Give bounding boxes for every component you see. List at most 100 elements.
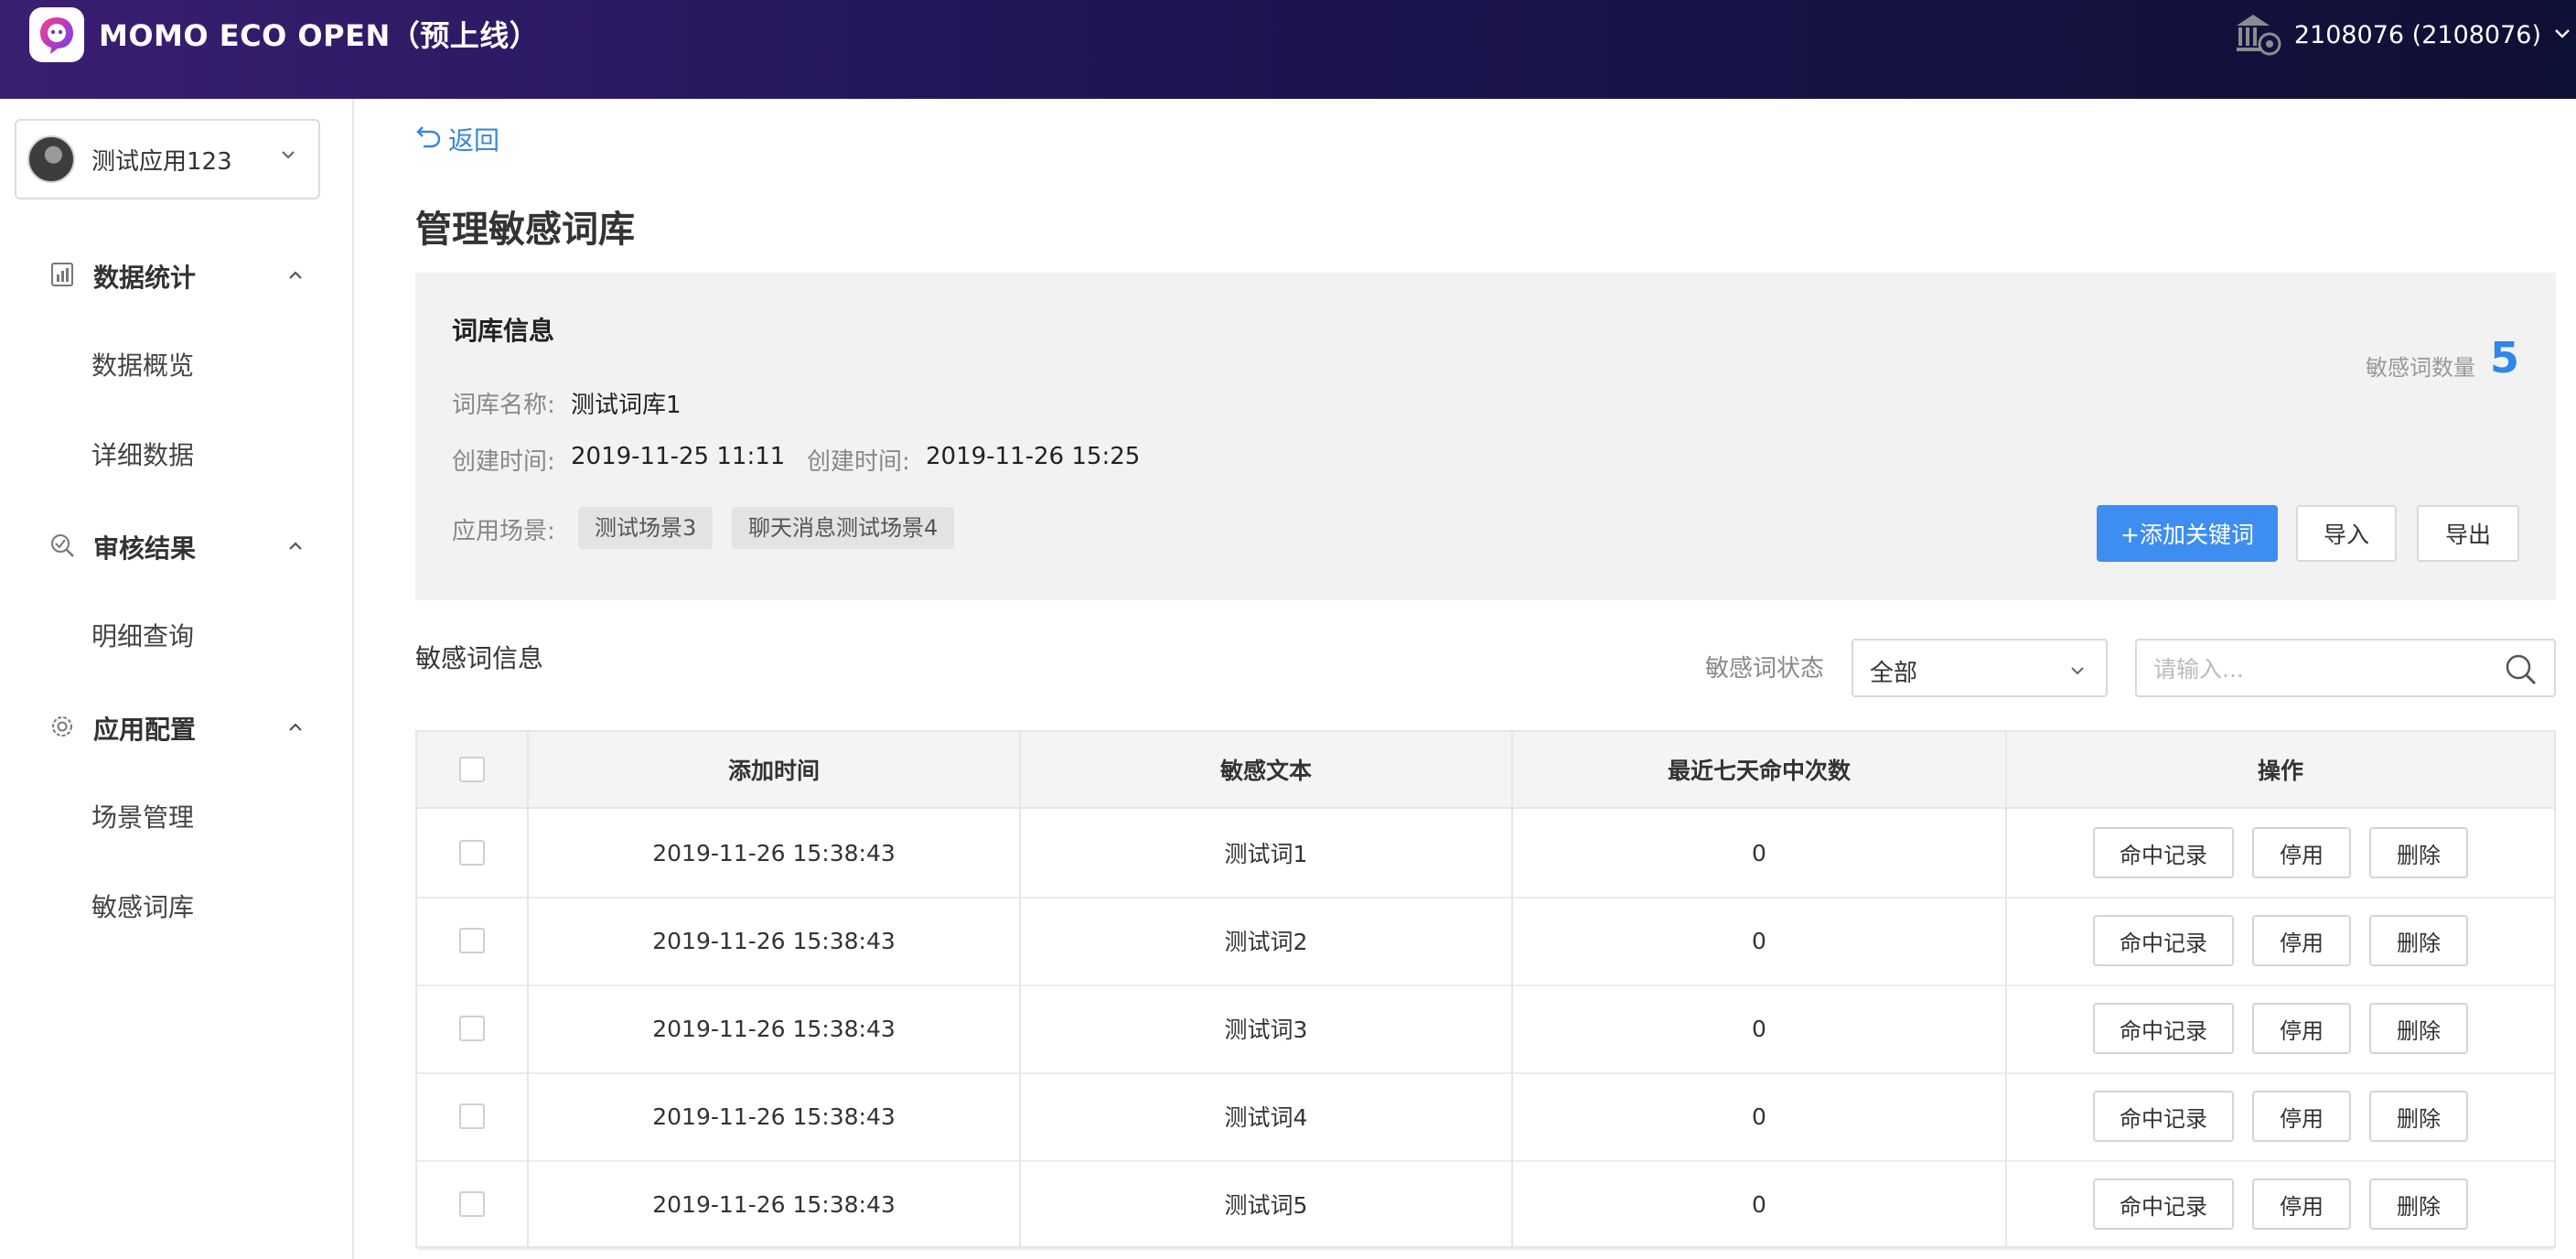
cell-add-time: 2019-11-26 15:38:43	[529, 1072, 1021, 1160]
search-icon[interactable]	[2503, 651, 2539, 692]
status-select-value: 全部	[1870, 660, 1918, 687]
cell-hit-count: 0	[1513, 1160, 2007, 1248]
bank-icon	[2230, 8, 2283, 61]
row-checkbox[interactable]	[459, 928, 485, 953]
account-menu[interactable]: 2108076 (2108076)	[2230, 9, 2572, 60]
cell-actions: 命中记录 停用 删除	[2007, 809, 2554, 897]
sidebar-item-detail-data[interactable]: 详细数据	[91, 436, 194, 472]
row-checkbox-cell	[417, 985, 529, 1072]
disable-button[interactable]: 停用	[2252, 915, 2351, 966]
created-label: 创建时间:	[452, 448, 555, 476]
hit-record-button[interactable]: 命中记录	[2093, 1003, 2234, 1054]
sidebar-item-scene-management[interactable]: 场景管理	[91, 798, 194, 834]
scene-tag: 聊天消息测试场景4	[732, 507, 955, 549]
search-input[interactable]	[2152, 650, 2485, 688]
hit-record-button[interactable]: 命中记录	[2093, 1178, 2234, 1230]
disable-button[interactable]: 停用	[2252, 827, 2351, 878]
delete-button[interactable]: 删除	[2369, 1091, 2468, 1142]
created-value: 2019-11-25 11:11	[571, 443, 786, 470]
disable-button[interactable]: 停用	[2252, 1178, 2351, 1230]
disable-button[interactable]: 停用	[2252, 1091, 2351, 1142]
delete-button[interactable]: 删除	[2369, 915, 2468, 966]
cell-sensitive-text: 测试词2	[1021, 897, 1513, 985]
hit-record-button[interactable]: 命中记录	[2093, 915, 2234, 966]
delete-button[interactable]: 删除	[2369, 827, 2468, 878]
column-header: 敏感文本	[1021, 732, 1513, 807]
cell-add-time: 2019-11-26 15:38:43	[529, 809, 1021, 897]
undo-icon	[415, 123, 443, 156]
word-count-label: 敏感词数量	[2366, 355, 2475, 381]
app-selector[interactable]: 测试应用123	[15, 119, 320, 199]
cell-sensitive-text: 测试词1	[1021, 809, 1513, 897]
sidebar: 测试应用123 数据统计 数据概览 详细数据 审核结果 明细查询 应用配置 场景…	[0, 99, 354, 1259]
sensitive-words-table: 添加时间 敏感文本 最近七天命中次数 操作 2019-11-26 15:38:4…	[415, 730, 2556, 1250]
cell-actions: 命中记录 停用 删除	[2007, 897, 2554, 985]
add-keyword-button[interactable]: +添加关键词	[2097, 505, 2278, 562]
status-filter-label: 敏感词状态	[1705, 655, 1825, 683]
chevron-down-icon	[2067, 661, 2088, 684]
chevron-down-icon	[278, 145, 298, 168]
chevron-up-icon	[285, 265, 306, 289]
updated-value: 2019-11-26 15:25	[926, 443, 1141, 470]
cell-add-time: 2019-11-26 15:38:43	[529, 985, 1021, 1072]
app-title: MOMO ECO OPEN（预上线）	[99, 18, 540, 53]
back-link[interactable]: 返回	[415, 121, 499, 157]
select-all-checkbox[interactable]	[459, 757, 485, 782]
cell-sensitive-text: 测试词5	[1021, 1160, 1513, 1248]
hit-record-button[interactable]: 命中记录	[2093, 827, 2234, 878]
name-value: 测试词库1	[571, 392, 682, 419]
delete-button[interactable]: 删除	[2369, 1003, 2468, 1054]
import-button[interactable]: 导入	[2296, 505, 2397, 562]
table-row: 2019-11-26 15:38:43 测试词3 0 命中记录 停用 删除	[417, 985, 2554, 1074]
cell-sensitive-text: 测试词4	[1021, 1072, 1513, 1160]
menu-group-label: 审核结果	[93, 533, 197, 564]
top-bar: MOMO ECO OPEN（预上线） 2108076 (2108076)	[0, 0, 2576, 99]
table-row: 2019-11-26 15:38:43 测试词2 0 命中记录 停用 删除	[417, 897, 2554, 986]
table-row: 2019-11-26 15:38:43 测试词5 0 命中记录 停用 删除	[417, 1160, 2554, 1250]
menu-group-data-stats[interactable]: 数据统计	[0, 247, 352, 302]
menu-group-review-results[interactable]: 审核结果	[0, 518, 352, 573]
avatar	[27, 135, 75, 183]
cell-hit-count: 0	[1513, 809, 2007, 897]
table-row: 2019-11-26 15:38:43 测试词4 0 命中记录 停用 删除	[417, 1072, 2554, 1162]
header-checkbox-cell	[417, 732, 529, 807]
export-button[interactable]: 导出	[2417, 505, 2519, 562]
table-header: 添加时间 敏感文本 最近七天命中次数 操作	[417, 732, 2554, 809]
sidebar-item-overview[interactable]: 数据概览	[91, 346, 194, 382]
review-search-icon	[48, 531, 77, 560]
column-header: 操作	[2257, 758, 2303, 784]
cell-hit-count: 0	[1513, 985, 2007, 1072]
hit-record-button[interactable]: 命中记录	[2093, 1091, 2234, 1142]
updated-label: 创建时间:	[807, 448, 910, 476]
disable-button[interactable]: 停用	[2252, 1003, 2351, 1054]
row-checkbox[interactable]	[459, 1191, 485, 1217]
row-checkbox[interactable]	[459, 1016, 485, 1041]
scene-tag: 测试场景3	[578, 507, 714, 549]
back-label: 返回	[448, 125, 500, 156]
row-checkbox[interactable]	[459, 1103, 485, 1129]
row-checkbox-cell	[417, 809, 529, 897]
chevron-up-icon	[285, 536, 306, 560]
page-title: 管理敏感词库	[415, 209, 635, 251]
library-info-card: 词库信息 词库名称: 测试词库1 创建时间: 2019-11-25 11:11 …	[415, 273, 2556, 600]
chevron-down-icon	[2552, 21, 2572, 49]
gear-icon	[48, 712, 77, 741]
delete-button[interactable]: 删除	[2369, 1178, 2468, 1230]
cell-actions: 命中记录 停用 删除	[2007, 1160, 2554, 1248]
sidebar-item-sensitive-library[interactable]: 敏感词库	[91, 888, 194, 924]
column-header: 添加时间	[529, 732, 1021, 807]
scene-label: 应用场景:	[452, 518, 555, 545]
section-title: 词库信息	[452, 316, 555, 346]
app-logo-icon[interactable]	[29, 7, 84, 62]
sidebar-item-detail-query[interactable]: 明细查询	[91, 617, 194, 653]
cell-add-time: 2019-11-26 15:38:43	[529, 1160, 1021, 1248]
row-checkbox[interactable]	[459, 840, 485, 866]
cell-add-time: 2019-11-26 15:38:43	[529, 897, 1021, 985]
chart-icon	[48, 260, 77, 289]
menu-group-app-config[interactable]: 应用配置	[0, 699, 352, 754]
status-select[interactable]: 全部	[1852, 639, 2108, 697]
row-checkbox-cell	[417, 897, 529, 985]
row-checkbox-cell	[417, 1160, 529, 1248]
cell-actions: 命中记录 停用 删除	[2007, 1072, 2554, 1160]
search-box[interactable]	[2135, 639, 2556, 697]
